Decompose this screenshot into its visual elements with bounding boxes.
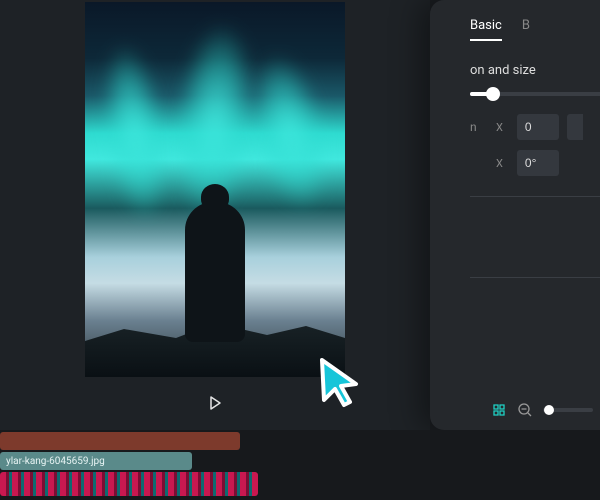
timeline-clip-audio[interactable] — [0, 432, 240, 450]
timeline-clip-image[interactable]: ylar-kang-6045659.jpg — [0, 452, 192, 470]
aurora-wisp — [93, 39, 177, 226]
person-head — [201, 184, 229, 210]
properties-panel: Basic B on and size n X X 00:40 — [430, 0, 600, 430]
scale-slider[interactable] — [470, 92, 600, 96]
play-icon — [207, 395, 223, 411]
position-row-label: n — [470, 120, 482, 134]
tab-second[interactable]: B — [522, 18, 530, 41]
timeline[interactable]: 00:21:19 ylar-kang-6045659.jpg — [0, 430, 600, 500]
panel-tabs: Basic B — [470, 18, 600, 41]
slider-thumb[interactable] — [486, 87, 500, 101]
rotation-x-label: X — [490, 157, 509, 170]
clip-filename-label: ylar-kang-6045659.jpg — [6, 456, 105, 467]
person-silhouette — [185, 202, 245, 342]
x-axis-label: X — [490, 121, 509, 134]
play-button[interactable] — [207, 395, 223, 415]
section-position-size-label: on and size — [470, 63, 600, 78]
aurora-wisp — [239, 46, 341, 217]
rotation-row: X — [470, 150, 600, 176]
zoom-slider[interactable] — [543, 408, 593, 412]
position-x-input[interactable] — [517, 114, 559, 140]
panel-divider — [470, 277, 600, 278]
rotation-x-input[interactable] — [517, 150, 559, 176]
position-y-stub[interactable] — [567, 114, 583, 140]
zoom-out-icon[interactable] — [517, 402, 533, 418]
panel-divider — [470, 196, 600, 197]
timeline-clip-video[interactable] — [0, 472, 258, 496]
preview-canvas[interactable] — [85, 2, 345, 377]
position-row: n X — [470, 114, 600, 140]
snap-icon[interactable] — [491, 402, 507, 418]
zoom-thumb[interactable] — [544, 405, 554, 415]
preview-tools: 00:40 — [430, 402, 600, 418]
slider-track[interactable] — [470, 92, 600, 96]
video-preview-area — [0, 0, 430, 430]
tab-basic[interactable]: Basic — [470, 18, 502, 41]
